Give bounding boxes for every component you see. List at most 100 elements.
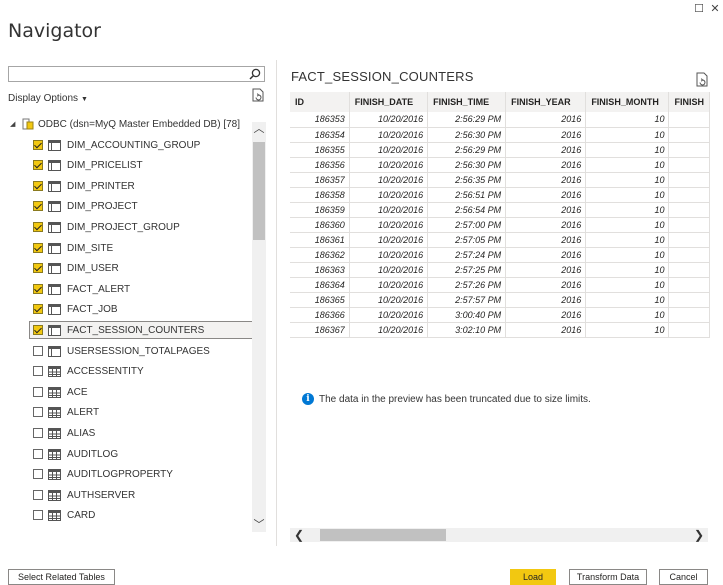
table-cell: 2016 <box>505 202 587 218</box>
column-header[interactable]: FINISH_TIME <box>427 92 507 112</box>
close-button[interactable]: ✕ <box>707 2 723 15</box>
chevron-down-icon: ▼ <box>81 96 88 103</box>
column-header[interactable]: FINISH <box>668 92 710 112</box>
scrollbar-thumb[interactable] <box>253 142 265 240</box>
table-row: 186356 10/20/2016 2:56:30 PM 2016 10 <box>290 157 710 173</box>
table-cell: 186362 <box>290 247 350 263</box>
table-cell <box>668 247 710 263</box>
tree-root-odbc[interactable]: ◢ ODBC (dsn=MyQ Master Embedded DB) [78] <box>8 114 252 134</box>
tree-item[interactable]: AUDITLOGPROPERTY <box>8 464 252 484</box>
tree-item-checkbox[interactable] <box>33 366 43 376</box>
tree-item-checkbox[interactable] <box>33 428 43 438</box>
tree-item-checkbox[interactable] <box>33 407 43 417</box>
table-cell: 10 <box>585 247 670 263</box>
tree-item[interactable]: FACT_ALERT <box>8 279 252 299</box>
tree-item[interactable]: ALERT <box>8 402 252 422</box>
tree-item[interactable]: DIM_ACCOUNTING_GROUP <box>8 135 252 155</box>
tree-item-checkbox[interactable] <box>33 243 43 253</box>
tree-item-checkbox[interactable] <box>33 325 43 335</box>
tree-item-checkbox[interactable] <box>33 201 43 211</box>
table-cell: 10 <box>585 127 670 143</box>
tree-item-checkbox[interactable] <box>33 346 43 356</box>
table-cell: 10/20/2016 <box>349 217 429 233</box>
search-icon[interactable] <box>248 67 262 81</box>
table-cell: 186353 <box>290 112 350 128</box>
scroll-right-icon[interactable]: ❯ <box>692 528 706 542</box>
tree-item[interactable]: USERSESSION_TOTALPAGES <box>8 341 252 361</box>
table-cell: 10 <box>585 112 670 128</box>
table-view-icon <box>48 180 61 192</box>
tree-item[interactable]: DIM_PRICELIST <box>8 155 252 175</box>
tree-item[interactable]: FACT_SESSION_COUNTERS <box>8 320 252 340</box>
table-cell: 2016 <box>505 307 587 323</box>
tree-item[interactable]: DIM_USER <box>8 258 252 278</box>
tree-item[interactable]: ACCESSENTITY <box>8 361 252 381</box>
scroll-up-icon[interactable]: ︿ <box>252 122 266 136</box>
table-row: 186358 10/20/2016 2:56:51 PM 2016 10 <box>290 187 710 203</box>
navigator-tree: ◢ ODBC (dsn=MyQ Master Embedded DB) [78]… <box>8 114 252 546</box>
tree-item[interactable]: DIM_PROJECT <box>8 196 252 216</box>
table-cell: 10/20/2016 <box>349 142 429 158</box>
table-cell: 2:56:29 PM <box>427 142 507 158</box>
tree-item-checkbox[interactable] <box>33 490 43 500</box>
tree-item-checkbox[interactable] <box>33 510 43 520</box>
table-cell: 186354 <box>290 127 350 143</box>
tree-item[interactable]: DIM_SITE <box>8 238 252 258</box>
refresh-preview-icon[interactable] <box>695 72 709 87</box>
table-row: 186366 10/20/2016 3:00:40 PM 2016 10 <box>290 307 710 323</box>
table-cell: 186358 <box>290 187 350 203</box>
column-header[interactable]: FINISH_DATE <box>349 92 429 112</box>
table-cell: 186359 <box>290 202 350 218</box>
column-header[interactable]: FINISH_YEAR <box>505 92 587 112</box>
refresh-icon[interactable] <box>251 88 265 102</box>
tree-item-label: FACT_ALERT <box>67 283 131 295</box>
tree-item-checkbox[interactable] <box>33 181 43 191</box>
tree-item[interactable]: AUTHSERVER <box>8 485 252 505</box>
table-view-icon <box>48 303 61 315</box>
table-cell: 2:56:51 PM <box>427 187 507 203</box>
tree-item-checkbox[interactable] <box>33 449 43 459</box>
tree-item-checkbox[interactable] <box>33 284 43 294</box>
tree-item-checkbox[interactable] <box>33 160 43 170</box>
table-cell <box>668 262 710 278</box>
display-options-dropdown[interactable]: Display Options ▼ <box>8 93 88 104</box>
tree-scrollbar[interactable]: ︿ ﹀ <box>252 122 266 532</box>
tree-item-label: USERSESSION_TOTALPAGES <box>67 345 210 357</box>
tree-item[interactable]: AUDITLOG <box>8 444 252 464</box>
tree-item-checkbox[interactable] <box>33 140 43 150</box>
table-cell: 3:00:40 PM <box>427 307 507 323</box>
table-cell: 10/20/2016 <box>349 307 429 323</box>
tree-item-checkbox[interactable] <box>33 469 43 479</box>
tree-item-checkbox[interactable] <box>33 263 43 273</box>
tree-item[interactable]: ACE <box>8 382 252 402</box>
preview-horizontal-scrollbar[interactable]: ❮ ❯ <box>290 528 708 542</box>
table-cell <box>668 292 710 308</box>
tree-item-checkbox[interactable] <box>33 387 43 397</box>
table-cell <box>668 157 710 173</box>
table-cell: 2:57:26 PM <box>427 277 507 293</box>
restore-button[interactable]: ☐ <box>691 2 707 15</box>
search-input[interactable] <box>9 67 239 81</box>
scroll-down-icon[interactable]: ﹀ <box>252 518 266 532</box>
tree-item-checkbox[interactable] <box>33 304 43 314</box>
tree-item[interactable]: CARD <box>8 505 252 525</box>
h-scrollbar-thumb[interactable] <box>320 529 446 541</box>
tree-item[interactable]: DIM_PROJECT_GROUP <box>8 217 252 237</box>
tree-item-label: DIM_PRINTER <box>67 180 135 192</box>
tree-item-label: ALERT <box>67 406 100 418</box>
column-header[interactable]: FINISH_MONTH <box>585 92 670 112</box>
tree-item[interactable]: ALIAS <box>8 423 252 443</box>
table-cell: 186366 <box>290 307 350 323</box>
collapse-arrow-icon[interactable]: ◢ <box>10 120 20 128</box>
table-row: 186359 10/20/2016 2:56:54 PM 2016 10 <box>290 202 710 218</box>
column-header[interactable]: ID <box>290 92 350 112</box>
table-cell: 2016 <box>505 142 587 158</box>
table-grid-icon <box>48 489 61 501</box>
table-cell: 2:56:35 PM <box>427 172 507 188</box>
tree-item[interactable]: FACT_JOB <box>8 299 252 319</box>
table-cell: 10/20/2016 <box>349 232 429 248</box>
scroll-left-icon[interactable]: ❮ <box>292 528 306 542</box>
table-view-icon <box>48 139 61 151</box>
tree-item-checkbox[interactable] <box>33 222 43 232</box>
tree-item[interactable]: DIM_PRINTER <box>8 176 252 196</box>
